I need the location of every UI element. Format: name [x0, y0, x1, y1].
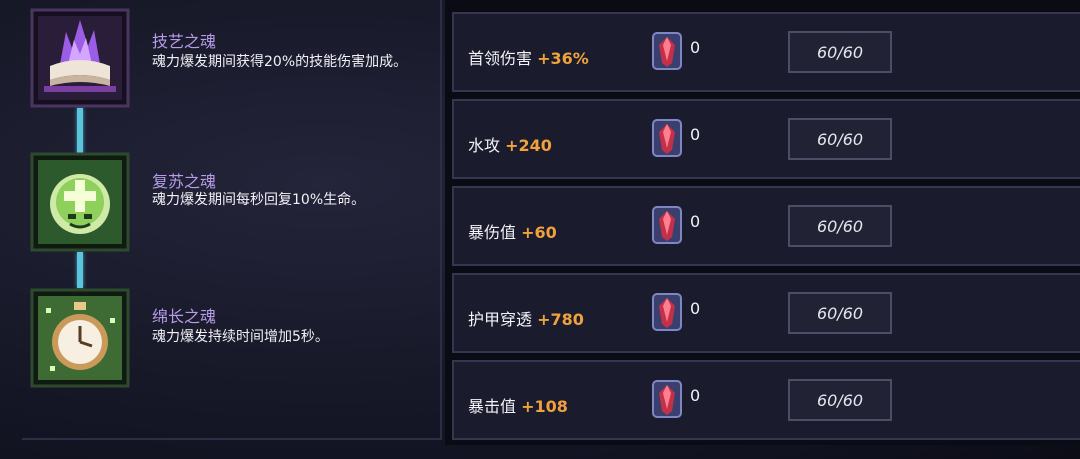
- level-box: 60/60: [788, 118, 892, 160]
- soul-description: 魂力爆发期间每秒回复10%生命。: [152, 192, 366, 208]
- stat-label: 水攻 +240: [468, 136, 552, 155]
- soul-name: 复苏之魂: [152, 172, 217, 191]
- soul-connector: [77, 252, 83, 288]
- soul-connector: [77, 108, 83, 154]
- stat-bonus: +240: [505, 136, 552, 155]
- red-crystal-gem-icon: [652, 206, 682, 244]
- red-crystal-gem-icon: [652, 119, 682, 157]
- gem-count: 0: [690, 386, 701, 405]
- stat-label: 暴击值 +108: [468, 397, 568, 416]
- soul-name: 绵长之魂: [152, 307, 217, 326]
- soul-name: 技艺之魂: [152, 32, 217, 51]
- stat-bonus: +60: [521, 223, 557, 242]
- green-regen-spirit-icon: [30, 152, 130, 252]
- stat-row[interactable]: 水攻 +240 0 60/60: [452, 99, 1080, 179]
- stat-row[interactable]: 首领伤害 +36% 0 60/60: [452, 12, 1080, 92]
- soul-description: 魂力爆发期间获得20%的技能伤害加成。: [152, 54, 408, 70]
- gem-count: 0: [690, 125, 701, 144]
- gem-count: 0: [690, 38, 701, 57]
- stat-row[interactable]: 暴伤值 +60 0 60/60: [452, 186, 1080, 266]
- stat-bonus: +36%: [537, 49, 589, 68]
- soul-icon-pocket-watch[interactable]: [30, 288, 130, 388]
- pocket-watch-icon: [30, 288, 130, 388]
- level-box: 60/60: [788, 31, 892, 73]
- red-crystal-gem-icon: [652, 293, 682, 331]
- stat-label: 护甲穿透 +780: [468, 310, 584, 329]
- soul-icon-purple-flame-book[interactable]: [30, 8, 130, 108]
- red-crystal-gem-icon: [652, 32, 682, 70]
- gem-count: 0: [690, 299, 701, 318]
- level-box: 60/60: [788, 205, 892, 247]
- level-box: 60/60: [788, 379, 892, 421]
- stat-row[interactable]: 暴击值 +108 0 60/60: [452, 360, 1080, 440]
- stat-bonus: +108: [521, 397, 568, 416]
- stat-label: 暴伤值 +60: [468, 223, 557, 242]
- red-crystal-gem-icon: [652, 380, 682, 418]
- soul-icon-green-regen-spirit[interactable]: [30, 152, 130, 252]
- level-box: 60/60: [788, 292, 892, 334]
- stat-label: 首领伤害 +36%: [468, 49, 589, 68]
- purple-flame-book-icon: [30, 8, 130, 108]
- gem-count: 0: [690, 212, 701, 231]
- stat-row[interactable]: 护甲穿透 +780 0 60/60: [452, 273, 1080, 353]
- stat-bonus: +780: [537, 310, 584, 329]
- soul-description: 魂力爆发持续时间增加5秒。: [152, 329, 329, 345]
